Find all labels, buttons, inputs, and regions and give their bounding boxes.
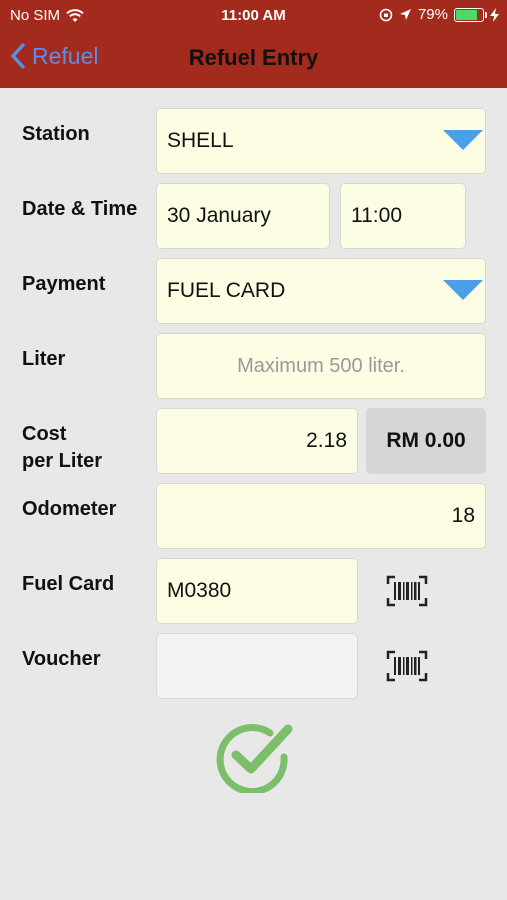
- datetime-label: Date & Time: [22, 198, 138, 220]
- cost-per-liter-input[interactable]: 2.18: [156, 408, 358, 474]
- fuel-card-input[interactable]: M0380: [156, 558, 358, 624]
- location-icon: [399, 9, 411, 20]
- status-right-group: 79%: [379, 6, 499, 23]
- cost-value: 2.18: [306, 429, 347, 452]
- battery-icon: [454, 7, 487, 22]
- liter-placeholder: Maximum 500 liter.: [237, 354, 405, 377]
- page-title: Refuel Entry: [188, 45, 319, 70]
- triangle-down-icon: [443, 280, 483, 300]
- odometer-input[interactable]: 18: [156, 483, 486, 549]
- fuel-card-label: Fuel Card: [22, 573, 115, 595]
- total-amount-display: RM 0.00: [366, 408, 486, 474]
- station-label: Station: [22, 123, 90, 145]
- navigation-header: No SIM 11:00 AM 79% Refuel Refuel Entry: [0, 0, 507, 88]
- time-value: 11:00: [351, 204, 402, 227]
- voucher-input[interactable]: [156, 633, 358, 699]
- odometer-label: Odometer: [22, 498, 117, 520]
- odometer-value: 18: [451, 504, 475, 527]
- payment-select[interactable]: FUEL CARD: [156, 258, 486, 324]
- liter-input[interactable]: Maximum 500 liter.: [156, 333, 486, 399]
- voucher-label: Voucher: [22, 648, 101, 670]
- liter-label: Liter: [22, 348, 66, 370]
- total-amount-value: RM 0.00: [386, 429, 466, 452]
- status-bar: No SIM 11:00 AM 79%: [0, 0, 507, 32]
- fuel-card-value: M0380: [167, 579, 232, 602]
- barcode-scan-icon[interactable]: [386, 650, 428, 682]
- battery-percent: 79%: [417, 6, 448, 23]
- date-value: 30 January: [167, 204, 271, 227]
- station-value: SHELL: [167, 129, 234, 152]
- orientation-lock-icon: [379, 8, 393, 21]
- payment-value: FUEL CARD: [167, 279, 286, 302]
- date-field[interactable]: 30 January: [156, 183, 330, 249]
- battery-level: [456, 9, 477, 20]
- charging-bolt-icon: [490, 7, 499, 22]
- payment-label: Payment: [22, 273, 106, 295]
- cost-label-line2: per Liter: [22, 450, 103, 472]
- triangle-down-icon: [443, 130, 483, 150]
- time-field[interactable]: 11:00: [340, 183, 466, 249]
- barcode-scan-icon[interactable]: [386, 575, 428, 607]
- station-select[interactable]: SHELL: [156, 108, 486, 174]
- check-circle-icon[interactable]: [214, 719, 294, 793]
- cost-label-line1: Cost: [22, 423, 67, 445]
